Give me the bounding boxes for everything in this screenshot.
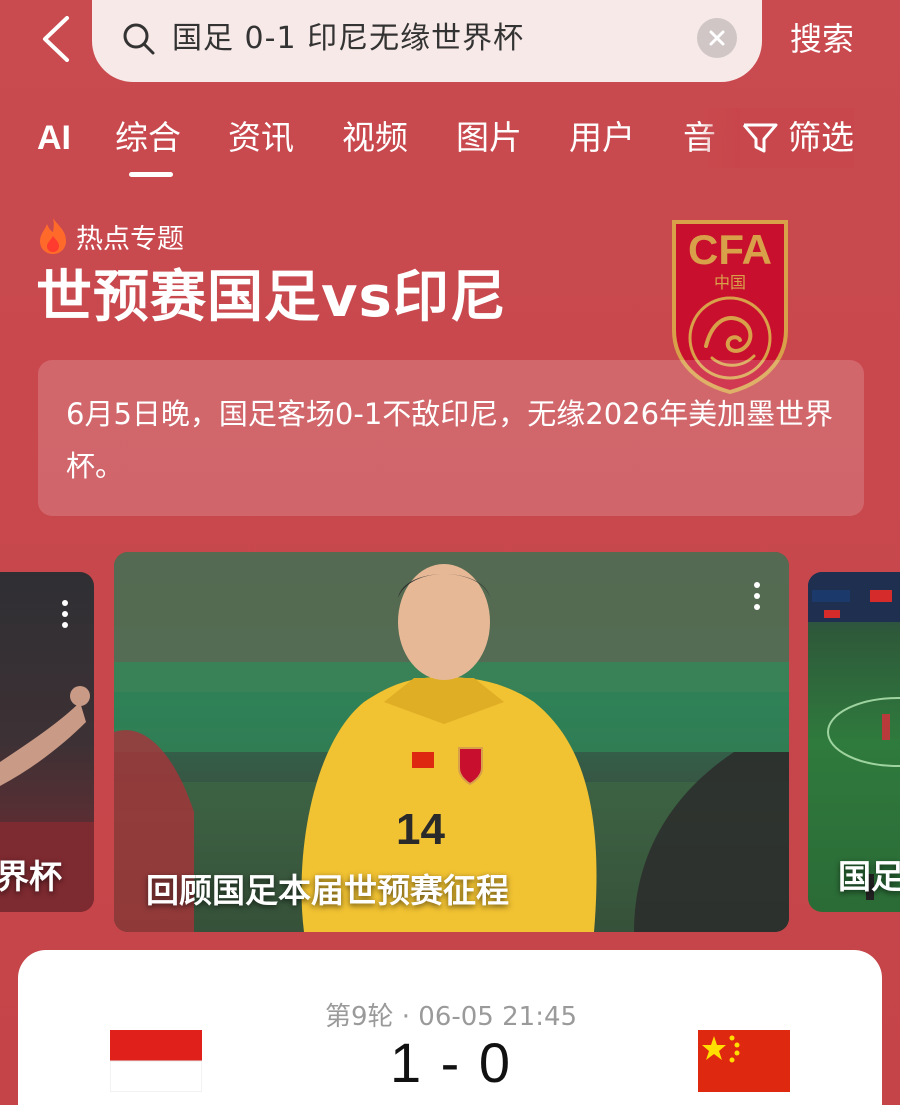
search-button[interactable]: 搜索 <box>790 14 854 64</box>
tab-users[interactable]: 用户 <box>569 108 635 168</box>
carousel-caption-main: 回顾国足本届世预赛征程 <box>146 871 509 910</box>
hot-topic-label: 热点专题 <box>76 223 184 255</box>
filter-icon <box>742 123 778 153</box>
cfa-logo-text: CFA <box>688 226 772 273</box>
chevron-left-icon <box>43 16 69 62</box>
back-button[interactable] <box>34 14 78 64</box>
indonesia-flag-icon[interactable] <box>110 1030 202 1092</box>
carousel-card-main[interactable]: 14 回顾国足本届世预赛征程 <box>114 552 789 932</box>
filter-label: 筛选 <box>788 118 854 157</box>
carousel-caption-left: 界杯 <box>0 857 62 896</box>
tab-comprehensive[interactable]: 综合 <box>115 108 181 168</box>
svg-text:14: 14 <box>396 805 445 854</box>
carousel-caption-right: 国足 <box>838 857 900 896</box>
clear-search-button[interactable] <box>697 18 737 58</box>
active-tab-indicator <box>129 172 173 177</box>
topic-summary: 6月5日晚，国足客场0-1不敌印尼，无缘2026年美加墨世界杯。 <box>38 360 864 516</box>
carousel-card-left[interactable]: 界杯 <box>0 572 94 912</box>
flame-icon <box>40 218 66 254</box>
match-meta: 第9轮 · 06-05 21:45 <box>324 1002 578 1032</box>
close-icon <box>709 30 725 46</box>
hot-topic-tag: 热点专题 <box>36 216 184 256</box>
filter-button[interactable]: 筛选 <box>740 108 854 168</box>
tab-ai[interactable]: AI <box>37 108 71 168</box>
search-input[interactable]: 国足 0-1 印尼无缘世界杯 <box>172 14 524 64</box>
china-flag-icon[interactable] <box>698 1030 790 1092</box>
search-icon <box>123 23 155 55</box>
topic-title: 世预赛国足vs印尼 <box>36 265 507 330</box>
tab-video[interactable]: 视频 <box>342 108 408 168</box>
more-options-icon[interactable] <box>60 600 70 630</box>
search-results-page: 国足 0-1 印尼无缘世界杯 搜索 AI 综合 资讯 视频 图片 用户 音 筛选… <box>0 0 900 1105</box>
cfa-logo-subtext: 中国 <box>714 273 746 292</box>
tab-news[interactable]: 资讯 <box>228 108 294 168</box>
carousel-card-right[interactable]: 国足 <box>808 572 900 912</box>
tab-fade <box>700 108 740 168</box>
more-options-icon[interactable] <box>752 582 762 612</box>
tab-images[interactable]: 图片 <box>456 108 522 168</box>
